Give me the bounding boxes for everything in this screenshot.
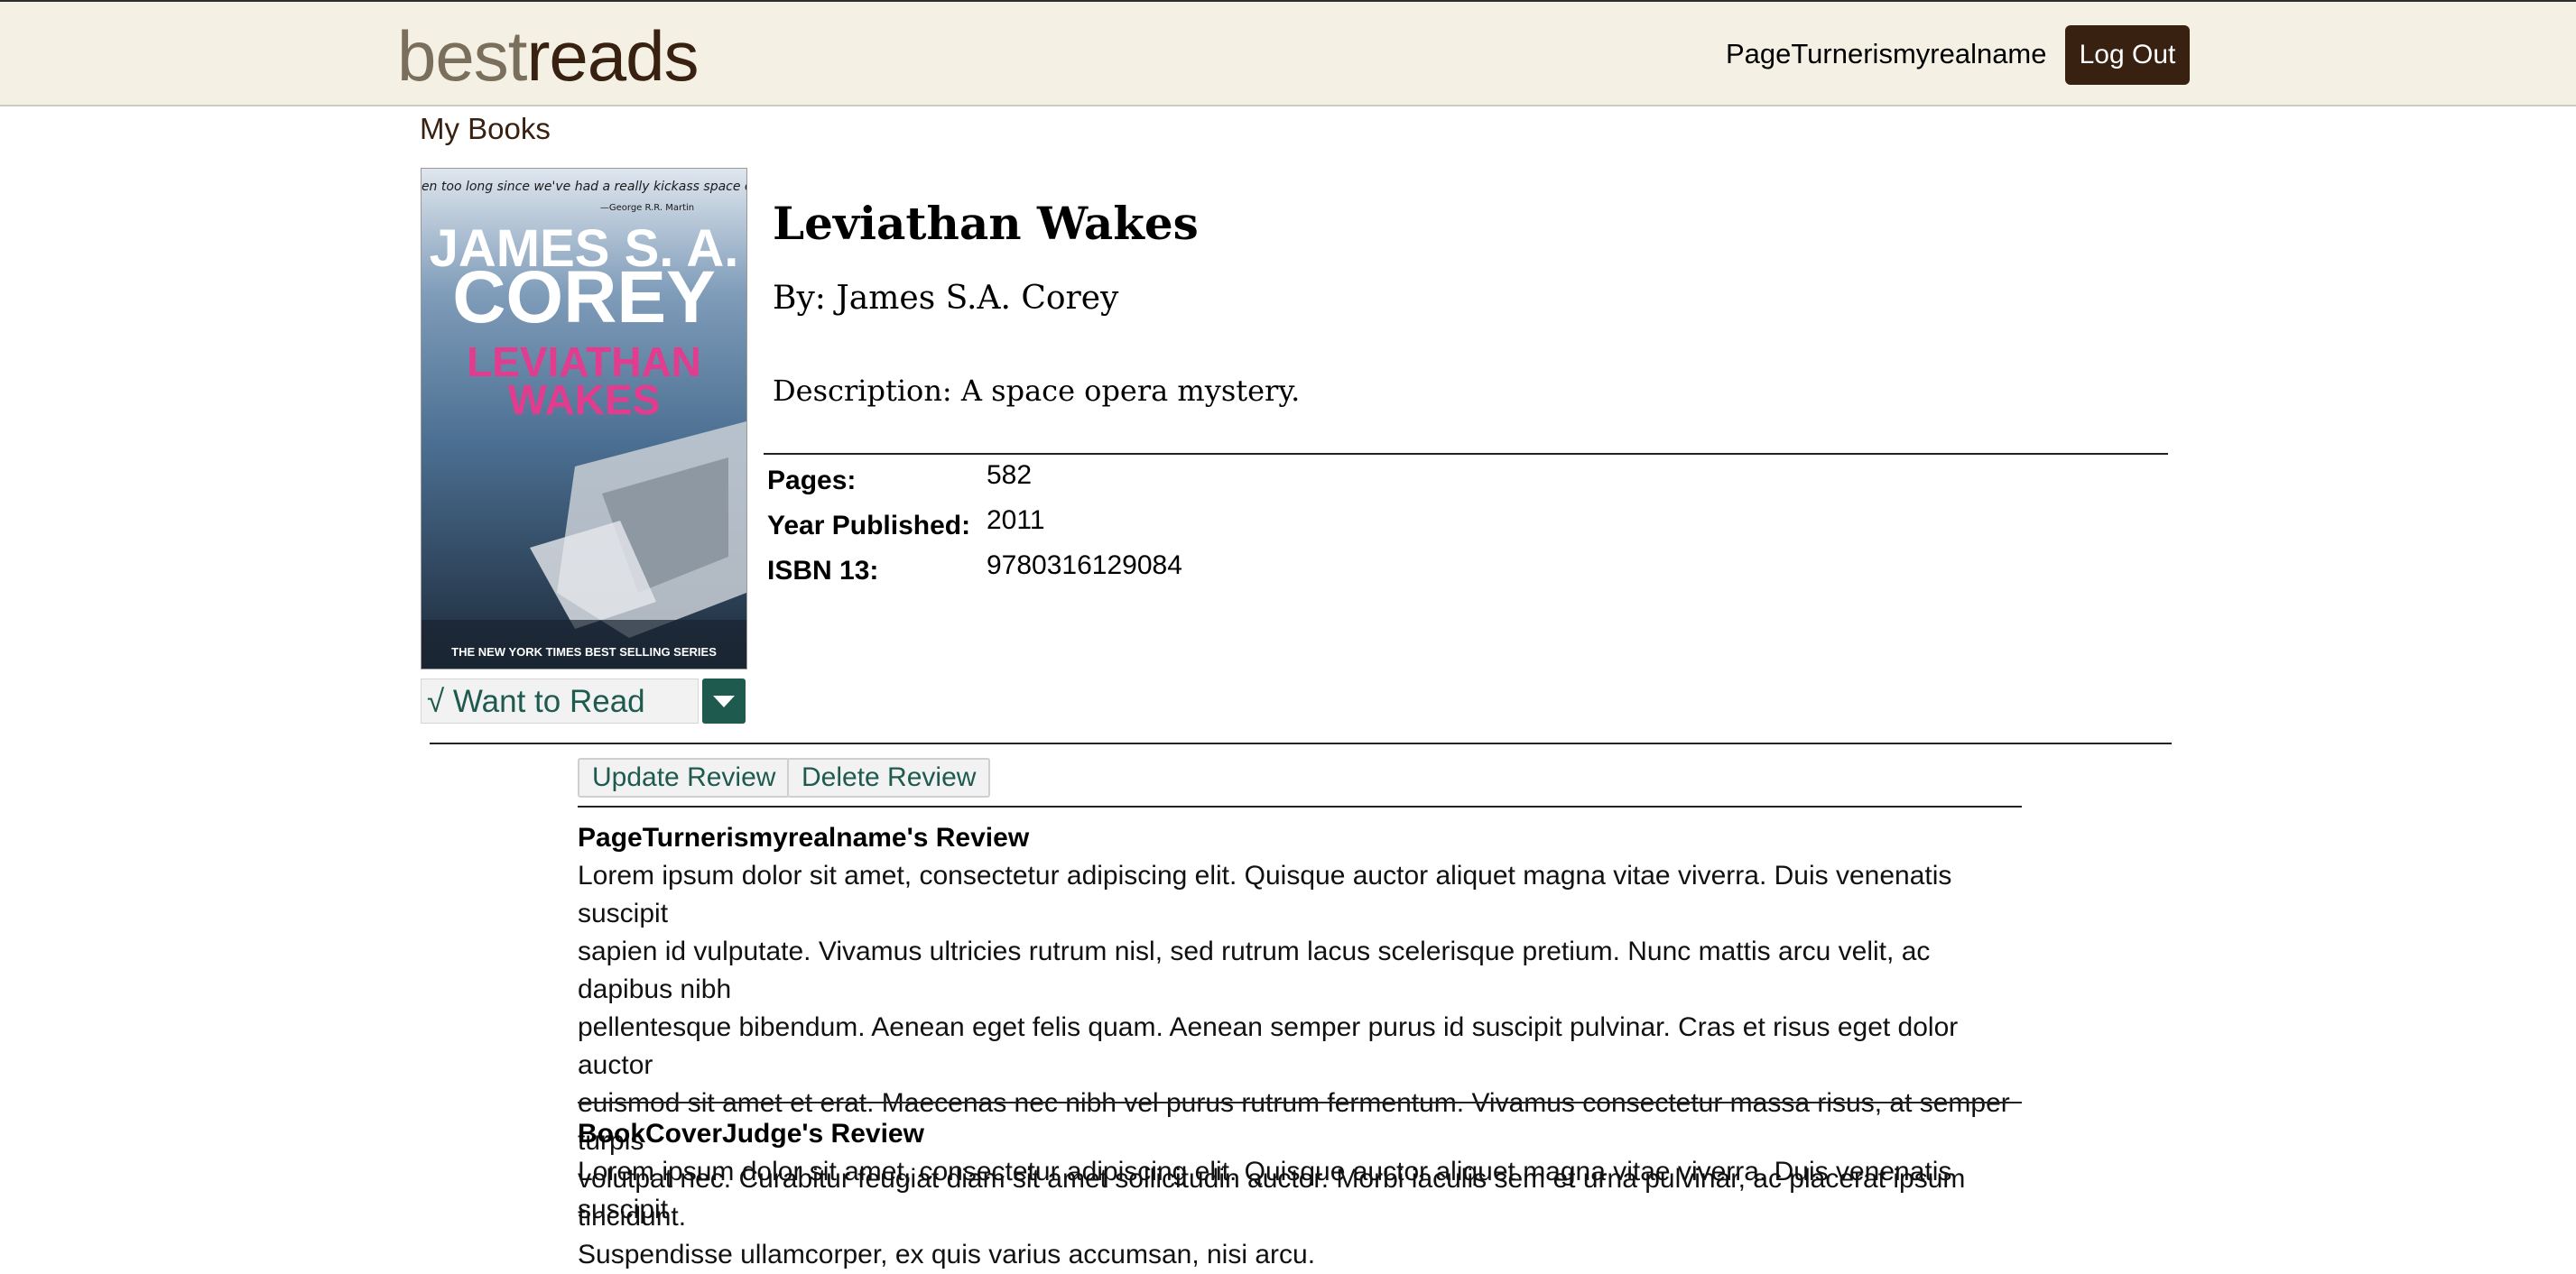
logout-button[interactable]: Log Out — [2065, 25, 2190, 85]
review-heading: BookCoverJudge's Review — [578, 1119, 924, 1149]
section-divider — [430, 743, 2172, 744]
cover-quote: "It's been too long since we've had a re… — [422, 180, 746, 194]
review-line: pellentesque bibendum. Aenean eget felis… — [578, 1012, 1959, 1080]
shelf-selector[interactable]: √ Want to Read — [421, 679, 746, 724]
cover-banner: THE NEW YORK TIMES BEST SELLING SERIES — [451, 645, 717, 659]
book-cover-image: "It's been too long since we've had a re… — [421, 168, 747, 669]
site-header: bestreads PageTurnerismyrealname Log Out — [0, 0, 2576, 106]
my-books-link[interactable]: My Books — [420, 112, 551, 146]
review-divider — [578, 1102, 2022, 1103]
review-line: Lorem ipsum dolor sit amet, consectetur … — [578, 861, 1952, 928]
review-divider — [578, 806, 2022, 808]
delete-review-button[interactable]: Delete Review — [787, 758, 991, 798]
book-description: Description: A space opera mystery. — [773, 374, 1301, 408]
review-text: Lorem ipsum dolor sit amet, consectetur … — [578, 1153, 2022, 1229]
details-divider — [764, 453, 2168, 455]
site-logo[interactable]: bestreads — [397, 14, 700, 97]
review-heading: PageTurnerismyrealname's Review — [578, 823, 1030, 853]
chevron-down-icon — [713, 696, 735, 707]
cover-title-line2: WAKES — [508, 376, 661, 423]
review-line: Lorem ipsum dolor sit amet, consectetur … — [578, 1157, 1952, 1224]
pages-value: 582 — [987, 460, 1033, 490]
book-author: By: James S.A. Corey — [773, 280, 1119, 317]
review-line: Suspendisse ullamcorper, ex quis varius … — [578, 1240, 1316, 1269]
cover-quote-attribution: —George R.R. Martin — [600, 203, 694, 213]
year-label: Year Published: — [767, 511, 971, 540]
logo-best: best — [397, 16, 527, 96]
shelf-dropdown-button[interactable] — [702, 679, 746, 724]
year-value: 2011 — [987, 505, 1045, 535]
isbn-label: ISBN 13: — [767, 556, 879, 586]
username-link[interactable]: PageTurnerismyrealname — [1726, 38, 2047, 70]
book-title: Leviathan Wakes — [773, 197, 1199, 250]
isbn-value: 9780316129084 — [987, 550, 1182, 580]
update-review-button[interactable]: Update Review — [578, 758, 791, 798]
cover-author-line2: COREY — [452, 256, 716, 338]
logo-reads: reads — [526, 16, 699, 96]
pages-label: Pages: — [767, 466, 857, 495]
shelf-status-label[interactable]: √ Want to Read — [421, 679, 699, 724]
review-line: sapien id vulputate. Vivamus ultricies r… — [578, 937, 1931, 1004]
